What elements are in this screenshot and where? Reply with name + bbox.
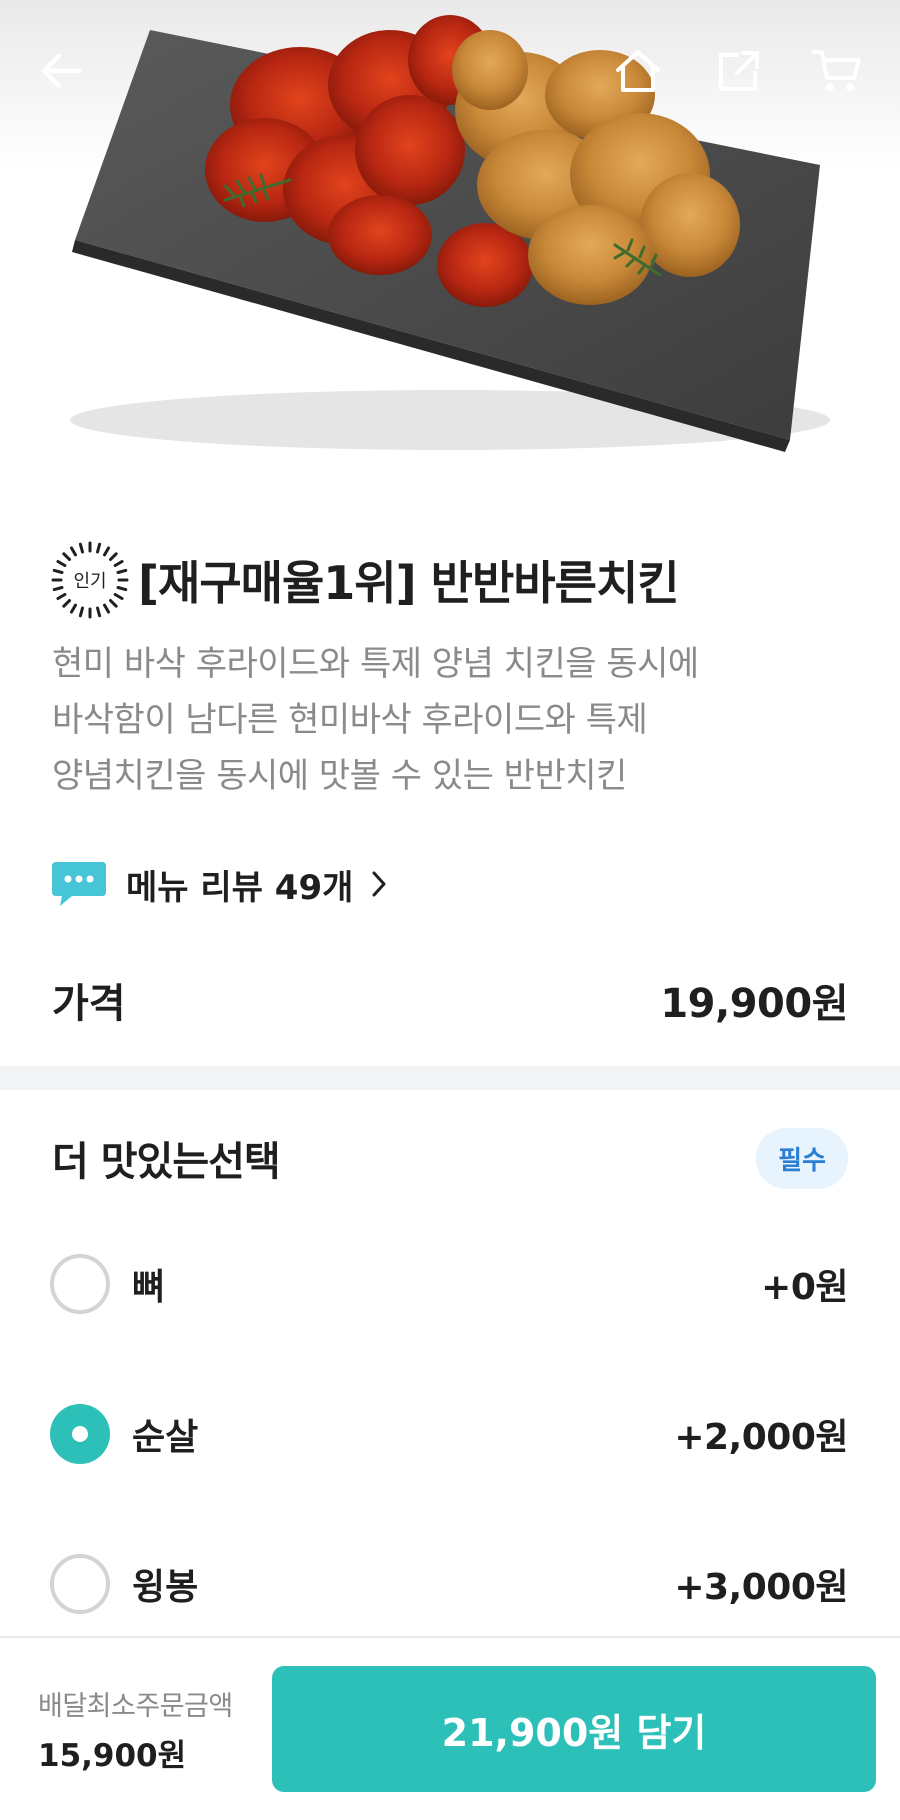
back-button[interactable]: [28, 38, 94, 104]
home-button[interactable]: [605, 38, 671, 104]
add-to-cart-button[interactable]: 21,900원 담기: [272, 1666, 876, 1792]
product-title-row: 인기 [재구매율1위] 반반바른치킨: [50, 540, 680, 620]
product-image: [0, 0, 900, 490]
radio-button[interactable]: [50, 1404, 110, 1464]
option-price: +0원: [761, 1267, 848, 1308]
option-group-header: 더 맛있는선택 필수: [52, 1127, 848, 1189]
min-order-label: 배달최소주문금액: [38, 1691, 233, 1722]
option-label: 윙봉: [132, 1567, 199, 1608]
menu-review-label: 메뉴 리뷰 49개: [126, 867, 354, 908]
option-label: 순살: [132, 1417, 199, 1458]
description-line: 바삭함이 남다른 현미바삭 후라이드와 특제: [52, 700, 648, 740]
arrow-left-icon: [41, 53, 82, 89]
price-label: 가격: [52, 981, 126, 1027]
section-divider: [0, 1066, 900, 1090]
price-value: 19,900원: [660, 981, 848, 1027]
option-group-title: 더 맛있는선택: [52, 1139, 281, 1185]
cart-icon: [812, 50, 861, 91]
description-line: 현미 바삭 후라이드와 특제 양념 치킨을 동시에: [52, 644, 699, 684]
share-icon: [719, 51, 759, 91]
radio-button[interactable]: [50, 1254, 110, 1314]
description-line: 양념치킨을 동시에 맛볼 수 있는 반반치킨: [52, 756, 627, 796]
option-label: 뼈: [132, 1267, 166, 1308]
option-bone[interactable]: 뼈 +0원: [50, 1252, 848, 1316]
share-button[interactable]: [706, 38, 772, 104]
radio-button[interactable]: [50, 1554, 110, 1614]
popular-badge: 인기: [50, 540, 130, 620]
chevron-right-icon: [372, 871, 386, 897]
option-boneless[interactable]: 순살 +2,000원: [50, 1402, 848, 1466]
home-icon: [616, 50, 660, 92]
menu-review-link[interactable]: 메뉴 리뷰 49개: [50, 856, 387, 912]
option-wingbong[interactable]: 윙봉 +3,000원: [50, 1552, 848, 1616]
min-order-value: 15,900원: [38, 1738, 187, 1774]
popular-badge-label: 인기: [73, 571, 107, 592]
required-badge: 필수: [756, 1127, 848, 1189]
bottom-order-bar: 배달최소주문금액 15,900원 21,900원 담기: [0, 1636, 900, 1820]
option-price: +3,000원: [674, 1567, 848, 1608]
option-price: +2,000원: [674, 1417, 848, 1458]
price-row: 가격 19,900원: [52, 970, 848, 1030]
chat-bubble-icon: [52, 862, 106, 906]
product-description: 현미 바삭 후라이드와 특제 양념 치킨을 동시에 바삭함이 남다른 현미바삭 …: [52, 636, 852, 804]
product-title: [재구매율1위] 반반바른치킨: [138, 556, 680, 610]
cart-button[interactable]: [804, 38, 870, 104]
